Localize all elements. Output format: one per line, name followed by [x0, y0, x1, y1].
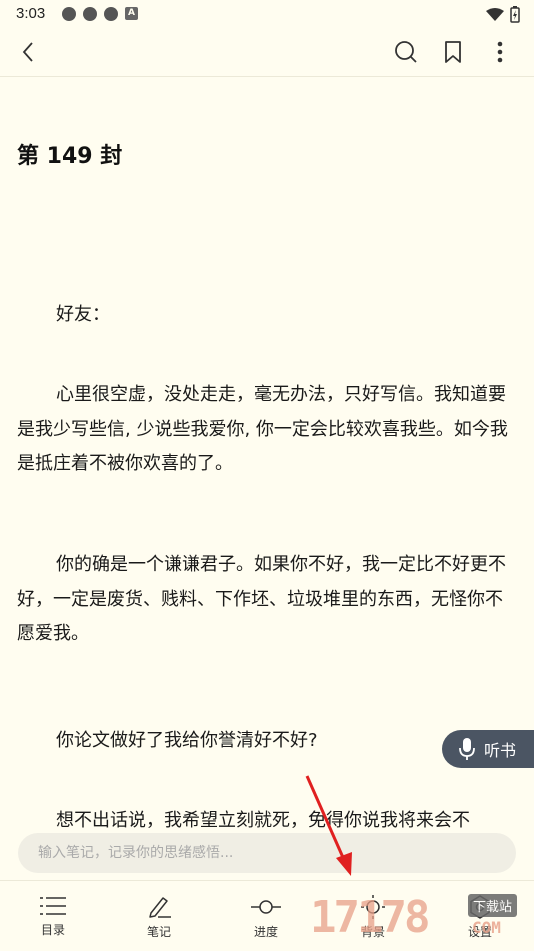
watermark-suffix: COM — [472, 918, 501, 937]
search-button[interactable] — [386, 28, 426, 76]
back-button[interactable] — [8, 28, 48, 76]
app-notification-icon: A — [125, 7, 138, 20]
progress-icon — [251, 900, 281, 914]
more-icon — [497, 41, 503, 63]
list-icon — [40, 897, 66, 915]
search-icon — [395, 41, 417, 63]
reader-toolbar — [0, 28, 534, 77]
bottom-nav: 目录 笔记 进度 背景 设置 — [0, 880, 534, 951]
reader-content[interactable]: 第 149 封 好友： 心里很空虚，没处走走，毫无办法，只好写信。我知道要是我少… — [0, 76, 534, 830]
nav-label: 进度 — [253, 925, 278, 939]
notification-icon — [104, 7, 118, 21]
paragraph: 好友： — [56, 304, 110, 325]
back-icon — [22, 42, 33, 62]
status-time: 3:03 — [16, 5, 46, 22]
note-input[interactable] — [18, 833, 516, 873]
nav-item-notes[interactable]: 笔记 — [106, 881, 212, 951]
notification-icon — [62, 7, 76, 21]
bookmark-button[interactable] — [433, 28, 473, 76]
watermark-badge: 下载站 — [468, 894, 518, 917]
bookmark-icon — [445, 41, 461, 63]
paragraph: 你的确是一个谦谦君子。如果你不好，我一定比不好更不好，一定是废货、贱料、下作坯、… — [17, 554, 506, 644]
nav-label: 笔记 — [146, 925, 171, 939]
listen-label: 听书 — [484, 741, 517, 760]
note-bar — [0, 830, 534, 880]
microphone-icon — [459, 738, 475, 760]
nav-item-toc[interactable]: 目录 — [0, 881, 106, 951]
notification-icon — [83, 7, 97, 21]
watermark-logo: 17178 — [310, 892, 430, 943]
battery-icon — [510, 6, 520, 23]
notification-icons: A — [62, 7, 138, 21]
paragraph: 想不出话说，我希望立刻就死，免得你说我将来会不 — [56, 810, 470, 830]
more-button[interactable] — [480, 28, 520, 76]
nav-label: 目录 — [40, 923, 65, 937]
wifi-icon — [486, 7, 504, 21]
nav-item-progress[interactable]: 进度 — [213, 881, 319, 951]
listen-button[interactable]: 听书 — [442, 730, 534, 768]
pencil-icon — [149, 897, 171, 918]
paragraph: 心里很空虚，没处走走，毫无办法，只好写信。我知道要是我少写些信, 少说些我爱你,… — [17, 384, 508, 474]
status-bar: 3:03 A — [0, 0, 534, 28]
chapter-title: 第 149 封 — [17, 144, 123, 169]
